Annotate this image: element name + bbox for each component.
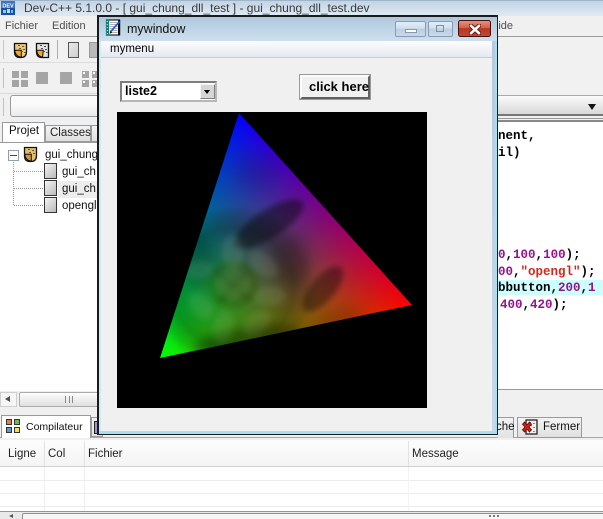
svg-text:DEV: DEV [2, 4, 14, 10]
